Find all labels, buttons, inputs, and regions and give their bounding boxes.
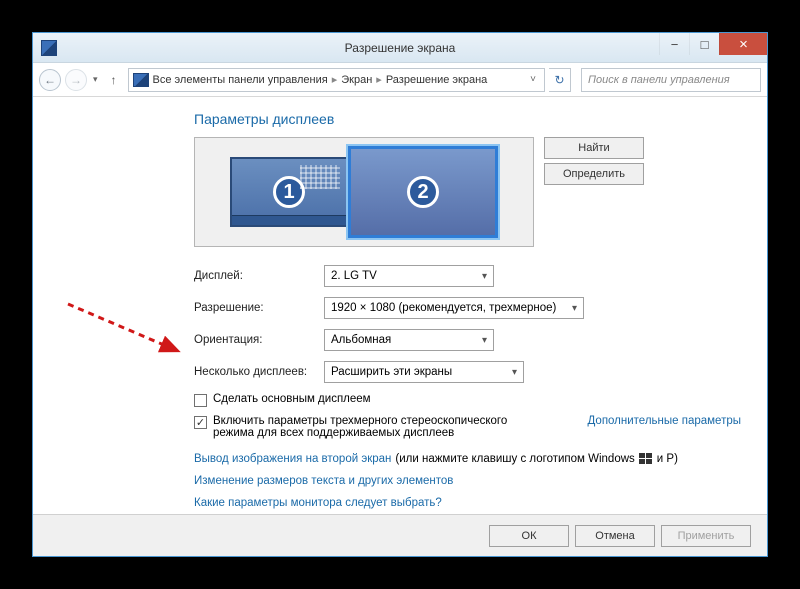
- make-primary-label: Сделать основным дисплеем: [213, 393, 371, 405]
- breadcrumb-dropdown-icon[interactable]: ˅: [526, 74, 540, 85]
- breadcrumb-item-all[interactable]: Все элементы панели управления: [153, 74, 328, 86]
- minimize-button[interactable]: −: [659, 33, 689, 55]
- search-input[interactable]: Поиск в панели управления: [581, 68, 761, 92]
- window-icon: [41, 40, 57, 56]
- breadcrumb-separator: ▸: [332, 73, 338, 86]
- navigation-bar: ← → ▾ ↑ Все элементы панели управления ▸…: [33, 63, 767, 97]
- monitor-2-number: 2: [407, 176, 439, 208]
- orientation-label: Ориентация:: [194, 334, 314, 346]
- breadcrumb-item-resolution[interactable]: Разрешение экрана: [386, 74, 487, 86]
- orientation-dropdown[interactable]: Альбомная: [324, 329, 494, 351]
- second-screen-link[interactable]: Вывод изображения на второй экран: [194, 453, 391, 465]
- titlebar[interactable]: Разрешение экрана − □ ×: [33, 33, 767, 63]
- multi-displays-label: Несколько дисплеев:: [194, 366, 314, 378]
- breadcrumb-separator: ▸: [376, 73, 382, 86]
- display-value: 2. LG TV: [331, 270, 377, 282]
- forward-button: →: [65, 69, 87, 91]
- orientation-value: Альбомная: [331, 334, 391, 346]
- close-button[interactable]: ×: [719, 33, 767, 55]
- monitor-1-number: 1: [273, 176, 305, 208]
- back-button[interactable]: ←: [39, 69, 61, 91]
- resolution-label: Разрешение:: [194, 302, 314, 314]
- apply-button: Применить: [661, 525, 751, 547]
- window-title: Разрешение экрана: [33, 41, 767, 55]
- text-size-link[interactable]: Изменение размеров текста и других элеме…: [194, 475, 453, 487]
- display-dropdown[interactable]: 2. LG TV: [324, 265, 494, 287]
- multi-displays-value: Расширить эти экраны: [331, 366, 452, 378]
- up-button[interactable]: ↑: [104, 70, 124, 90]
- monitor-2-selected[interactable]: 2: [348, 146, 498, 238]
- stereo-label: Включить параметры трехмерного стереоско…: [213, 415, 542, 439]
- make-primary-checkbox[interactable]: [194, 394, 207, 407]
- stereo-checkbox[interactable]: [194, 416, 207, 429]
- window-controls: − □ ×: [659, 33, 767, 55]
- maximize-button[interactable]: □: [689, 33, 719, 55]
- ok-button[interactable]: ОК: [489, 525, 569, 547]
- refresh-button[interactable]: ↻: [549, 68, 571, 92]
- resolution-value: 1920 × 1080 (рекомендуется, трехмерное): [331, 302, 556, 314]
- breadcrumb[interactable]: Все элементы панели управления ▸ Экран ▸…: [128, 68, 545, 92]
- advanced-settings-link[interactable]: Дополнительные параметры: [588, 415, 742, 427]
- second-screen-hint: (или нажмите клавишу с логотипом Windows: [395, 453, 634, 465]
- windows-key-icon: [639, 453, 653, 465]
- dialog-button-bar: ОК Отмена Применить: [33, 514, 767, 556]
- resolution-dropdown[interactable]: 1920 × 1080 (рекомендуется, трехмерное): [324, 297, 584, 319]
- multi-displays-dropdown[interactable]: Расширить эти экраны: [324, 361, 524, 383]
- content-area: Параметры дисплеев 1 2 Найти Определить …: [33, 97, 767, 529]
- page-heading: Параметры дисплеев: [194, 111, 741, 127]
- preview-buttons: Найти Определить: [544, 137, 644, 185]
- search-placeholder: Поиск в панели управления: [588, 74, 730, 86]
- display-label: Дисплей:: [194, 270, 314, 282]
- find-button[interactable]: Найти: [544, 137, 644, 159]
- display-preview-section: 1 2 Найти Определить: [194, 137, 741, 247]
- display-arrangement-box[interactable]: 1 2: [194, 137, 534, 247]
- breadcrumb-item-screen[interactable]: Экран: [341, 74, 372, 86]
- second-screen-tail: и P): [657, 453, 678, 465]
- cancel-button[interactable]: Отмена: [575, 525, 655, 547]
- history-dropdown[interactable]: ▾: [91, 74, 100, 85]
- identify-button[interactable]: Определить: [544, 163, 644, 185]
- screen-resolution-window: Разрешение экрана − □ × ← → ▾ ↑ Все элем…: [32, 32, 768, 557]
- settings-form: Дисплей: 2. LG TV Разрешение: 1920 × 108…: [194, 265, 741, 509]
- control-panel-icon: [133, 73, 149, 87]
- which-monitor-link[interactable]: Какие параметры монитора следует выбрать…: [194, 497, 442, 509]
- monitor-1-taskbar: [232, 215, 346, 225]
- monitor-1[interactable]: 1: [230, 157, 348, 227]
